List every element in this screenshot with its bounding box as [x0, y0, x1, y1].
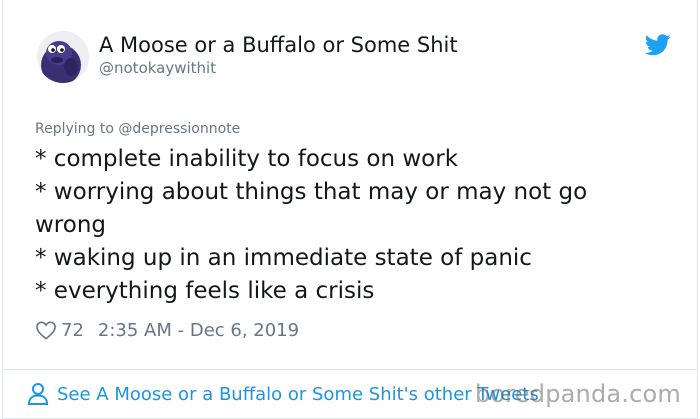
avatar[interactable]: [37, 31, 89, 83]
tweet-card: A Moose or a Buffalo or Some Shit @notok…: [2, 0, 698, 419]
see-more-label: See A Moose or a Buffalo or Some Shit's …: [57, 383, 539, 405]
twitter-bird-icon[interactable]: [645, 34, 671, 56]
person-icon: [27, 383, 49, 405]
divider: [3, 369, 697, 370]
tweet-line: wrong: [35, 212, 107, 238]
tweet-meta: 72 2:35 AM - Dec 6, 2019: [35, 318, 299, 342]
timestamp[interactable]: 2:35 AM - Dec 6, 2019: [98, 320, 299, 341]
tweet-line: * waking up in an immediate state of pan…: [35, 245, 532, 271]
watermark: boredpanda.com: [474, 380, 681, 408]
tweet-text: * complete inability to focus on work * …: [35, 143, 655, 308]
author-name[interactable]: A Moose or a Buffalo or Some Shit: [99, 33, 458, 57]
tweet-line: * worrying about things that may or may …: [35, 179, 588, 205]
replying-to[interactable]: Replying to @depressionnote: [35, 121, 240, 137]
author-handle[interactable]: @notokaywithit: [99, 59, 216, 77]
tweet-line: * everything feels like a crisis: [35, 278, 375, 304]
like-count[interactable]: 72: [61, 320, 84, 341]
see-more-tweets-link[interactable]: See A Moose or a Buffalo or Some Shit's …: [27, 382, 539, 406]
heart-icon[interactable]: [35, 320, 57, 340]
tweet-line: * complete inability to focus on work: [35, 146, 459, 172]
